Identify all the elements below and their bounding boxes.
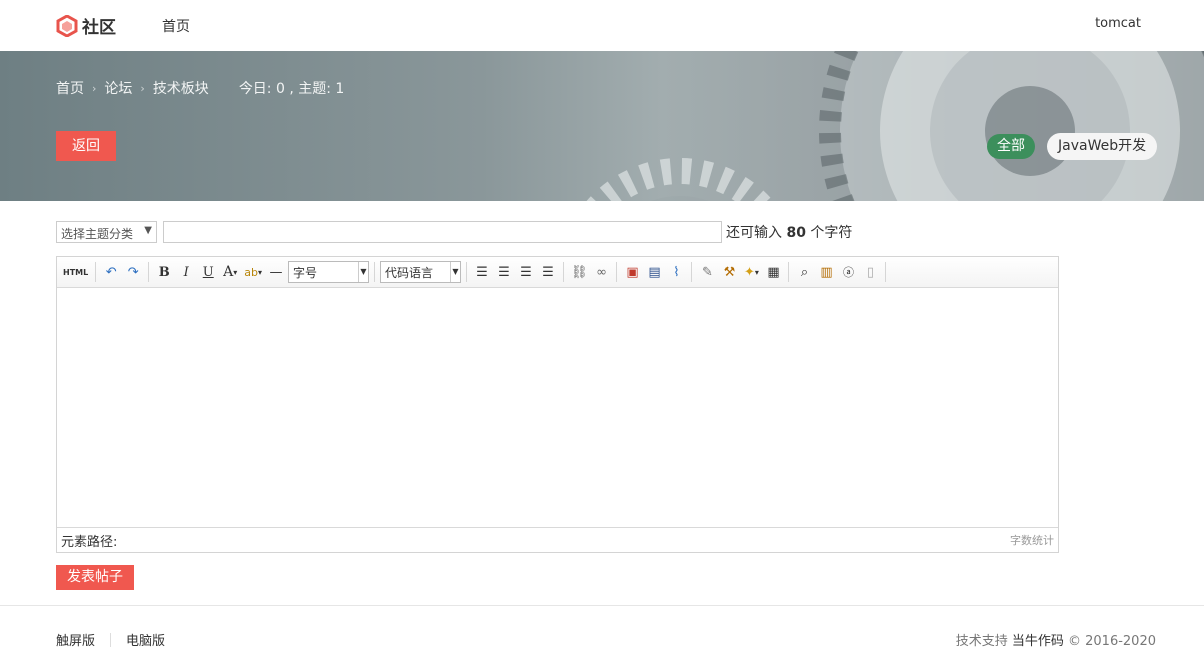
undo-icon[interactable]: ↶: [101, 262, 121, 282]
breadcrumb-section[interactable]: 技术板块: [153, 78, 209, 98]
copyright-text: © 2016-2020: [1068, 634, 1156, 649]
footer-copyright: 技术支持 当牛作码 © 2016-2020: [956, 630, 1156, 649]
breadcrumb: 首页 › 论坛 › 技术板块 今日: 0 , 主题: 1: [56, 78, 344, 98]
find-replace-icon[interactable]: ⌕: [794, 262, 814, 282]
logo-icon: [56, 14, 78, 37]
attachment-icon[interactable]: ⌇: [666, 262, 686, 282]
support-prefix: 技术支持: [955, 634, 1008, 649]
toolbar-divider: [885, 262, 887, 282]
desktop-version-link[interactable]: 电脑版: [126, 630, 165, 649]
highlight-color-icon[interactable]: ab ▾: [242, 262, 264, 282]
remaining-count: 80: [786, 225, 806, 241]
toolbar-divider: [373, 262, 375, 282]
font-size-combo[interactable]: 字号 ▼: [287, 261, 369, 283]
brand-name: 社区: [82, 18, 116, 38]
align-left-icon[interactable]: ☰: [472, 262, 492, 282]
align-justify-icon[interactable]: ☰: [538, 262, 558, 282]
publish-post-button[interactable]: 发表帖子: [56, 565, 134, 590]
video-icon[interactable]: ▤: [644, 262, 664, 282]
breadcrumb-home[interactable]: 首页: [56, 78, 84, 98]
site-logo[interactable]: 社区: [56, 13, 116, 38]
select-all-icon[interactable]: ⓐ: [838, 262, 858, 282]
user-menu[interactable]: tomcat: [1095, 16, 1141, 31]
combo-arrow-icon: ▼: [357, 262, 368, 282]
back-button[interactable]: 返回: [56, 131, 116, 161]
editor-content-area[interactable]: [57, 288, 1058, 527]
image-icon[interactable]: ▣: [622, 262, 642, 282]
font-color-icon[interactable]: A ▾: [220, 262, 240, 282]
combo-arrow-icon: ▼: [449, 262, 460, 282]
toolbar-divider: [691, 262, 693, 282]
support-name[interactable]: 当牛作码: [1012, 634, 1064, 649]
eraser-icon[interactable]: ✎: [697, 262, 717, 282]
editor-statusbar: 元素路径: 字数统计: [57, 527, 1058, 552]
link-icon[interactable]: ⛓: [569, 262, 590, 282]
word-count: 字数统计: [1010, 534, 1054, 547]
font-size-value: 字号: [292, 266, 317, 280]
toolbar-divider: [562, 262, 564, 282]
triangle-down-icon: ▼: [144, 225, 152, 236]
toolbar-divider: [616, 262, 618, 282]
forum-stats: 今日: 0 , 主题: 1: [238, 81, 345, 97]
toolbar-divider: [95, 262, 97, 282]
touch-version-link[interactable]: 触屏版: [56, 630, 95, 649]
align-center-icon[interactable]: ☰: [494, 262, 514, 282]
category-select[interactable]: 选择主题分类 ▼: [56, 221, 157, 243]
rich-text-editor: HTML ↶ ↷ B I U A ▾ ab ▾ — 字号 ▼ 代码语言 ▼ ☰ ☰ …: [56, 256, 1059, 553]
paste-text-icon[interactable]: ▦: [763, 262, 783, 282]
nav-home-link[interactable]: 首页: [162, 16, 190, 36]
paste-icon[interactable]: ▥: [816, 262, 836, 282]
footer-divider: [110, 632, 112, 647]
redo-icon[interactable]: ↷: [123, 262, 143, 282]
toolbar-divider: [465, 262, 467, 282]
html-source-button[interactable]: HTML: [61, 262, 90, 282]
editor-toolbar: HTML ↶ ↷ B I U A ▾ ab ▾ — 字号 ▼ 代码语言 ▼ ☰ ☰ …: [57, 257, 1058, 288]
horizontal-rule-icon[interactable]: —: [266, 262, 286, 282]
forum-banner: 首页 › 论坛 › 技术板块 今日: 0 , 主题: 1 返回 全部 JavaW…: [0, 51, 1204, 201]
unlink-icon[interactable]: ∞: [591, 262, 611, 282]
code-language-combo[interactable]: 代码语言 ▼: [379, 261, 461, 283]
remaining-prefix: 还可输入: [726, 225, 782, 241]
format-brush-icon[interactable]: ⚒: [719, 262, 739, 282]
new-document-icon[interactable]: ▯: [860, 262, 880, 282]
top-navbar: 社区 首页 tomcat: [0, 0, 1204, 51]
element-path: 元素路径:: [61, 534, 118, 550]
page-footer: 触屏版 电脑版 技术支持 当牛作码 © 2016-2020: [0, 605, 1204, 652]
italic-icon[interactable]: I: [176, 262, 196, 282]
chevron-right-icon: ›: [140, 81, 145, 95]
subject-row: 选择主题分类 ▼ 还可输入 80 个字符: [56, 221, 852, 243]
title-input[interactable]: [163, 221, 722, 243]
gear-background-image: [586, 51, 1204, 201]
category-select-value: 选择主题分类: [61, 227, 134, 241]
remaining-suffix: 个字符: [810, 225, 853, 241]
chevron-right-icon: ›: [92, 81, 97, 95]
toolbar-divider: [788, 262, 790, 282]
align-right-icon[interactable]: ☰: [516, 262, 536, 282]
underline-icon[interactable]: U: [198, 262, 218, 282]
filter-category-pill[interactable]: JavaWeb开发: [1047, 133, 1158, 160]
toolbar-divider: [148, 262, 150, 282]
auto-format-icon[interactable]: ✦ ▾: [741, 262, 761, 282]
filter-all-pill[interactable]: 全部: [987, 134, 1035, 159]
bold-icon[interactable]: B: [154, 262, 174, 282]
footer-links: 触屏版 电脑版: [56, 630, 165, 649]
remaining-chars: 还可输入 80 个字符: [726, 222, 852, 242]
breadcrumb-forum[interactable]: 论坛: [104, 78, 132, 98]
code-language-value: 代码语言: [384, 266, 433, 280]
